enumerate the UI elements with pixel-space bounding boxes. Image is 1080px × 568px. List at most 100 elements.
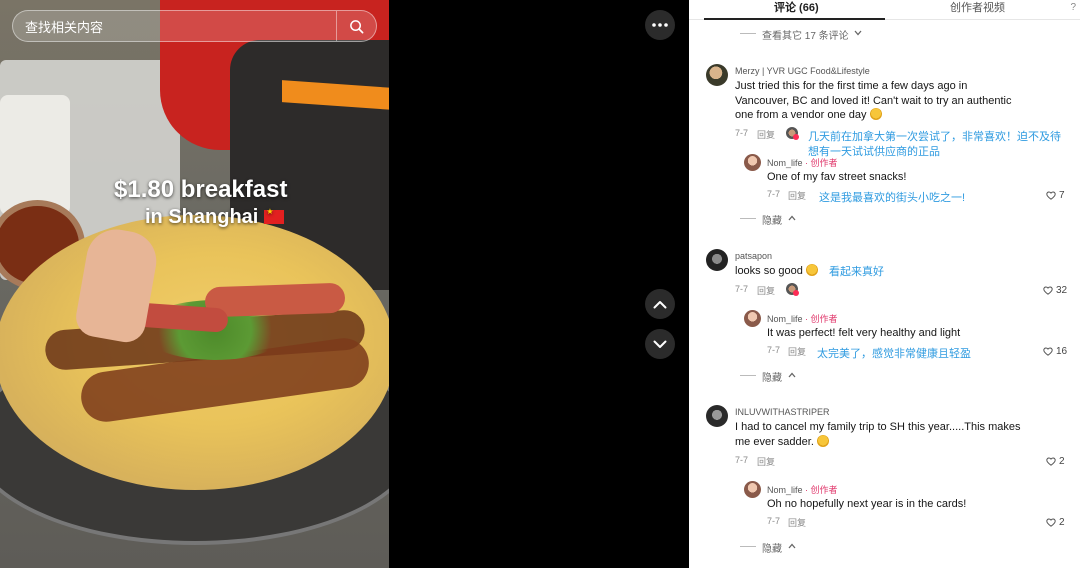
- comment-text-line: Just tried this for the first time a few…: [735, 80, 968, 92]
- like-count: 2: [1059, 517, 1065, 528]
- reply-button[interactable]: 回复: [788, 189, 806, 202]
- like-button[interactable]: 16: [1043, 346, 1067, 357]
- reply-date: 7-7: [767, 345, 781, 355]
- more-options-button[interactable]: [645, 10, 675, 40]
- heart-icon: [1046, 457, 1056, 466]
- comment-text-line-content: me ever sadder.: [735, 435, 814, 448]
- next-video-button[interactable]: [645, 329, 675, 359]
- like-button[interactable]: 2: [1046, 517, 1065, 528]
- comment-text-line: I had to cancel my family trip to SH thi…: [735, 421, 1021, 433]
- comment-translation: 几天前在加拿大第一次尝试了，非常喜欢！迫不及待 想有一天试试供应商的正品: [808, 130, 1080, 160]
- avatar[interactable]: [744, 154, 761, 171]
- like-count: 2: [1059, 456, 1065, 467]
- reply-username[interactable]: Nom_life · 创作者: [767, 156, 838, 169]
- avatar[interactable]: [744, 310, 761, 327]
- reply-text: Oh no hopefully next year is in the card…: [767, 498, 967, 510]
- heart-icon: [1043, 347, 1053, 356]
- help-icon[interactable]: ?: [1070, 2, 1076, 13]
- search-button[interactable]: [336, 11, 376, 41]
- reply-date: 7-7: [767, 516, 781, 526]
- chevron-down-icon: [854, 30, 862, 36]
- search-icon: [350, 19, 364, 33]
- chevron-up-icon: [788, 372, 796, 378]
- heart-eyes-emoji-icon: [869, 108, 882, 120]
- chevron-up-icon: [788, 543, 796, 549]
- chevron-up-icon: [788, 215, 796, 221]
- hide-replies-button[interactable]: 隐藏: [762, 540, 782, 555]
- creator-badge: · 创作者: [805, 485, 838, 495]
- reply-button[interactable]: 回复: [788, 516, 806, 529]
- panel-tabs: 评论 (66) 创作者视频 ?: [689, 0, 1080, 20]
- like-count: 32: [1056, 285, 1068, 296]
- reply-text: It was perfect! felt very healthy and li…: [767, 327, 961, 339]
- heart-icon: [1046, 518, 1056, 527]
- comment-username[interactable]: Merzy | YVR UGC Food&Lifestyle: [735, 66, 870, 76]
- reply-translation: 太完美了，感觉非常健康且轻盈: [817, 348, 971, 360]
- reply-username-text[interactable]: Nom_life: [767, 158, 803, 168]
- caption-line2-text: in Shanghai: [145, 206, 259, 228]
- more-icon: [652, 23, 668, 27]
- divider-dash: [740, 375, 756, 376]
- comment-text-line-content: one from a vendor one day: [735, 109, 867, 121]
- comment-text-line: me ever sadder.: [735, 434, 1035, 450]
- comment-username[interactable]: patsapon: [735, 251, 772, 261]
- crying-emoji-icon: [816, 434, 829, 447]
- heart-icon: [1046, 191, 1056, 200]
- comment-text-line: looks so good: [735, 265, 803, 277]
- reply-username[interactable]: Nom_life · 创作者: [767, 483, 838, 496]
- tab-active-indicator: [704, 18, 885, 20]
- like-button[interactable]: 2: [1046, 456, 1065, 467]
- comment-translation: 看起来真好: [829, 266, 884, 278]
- view-more-comments[interactable]: 查看其它 17 条评论: [762, 27, 849, 42]
- reply-translation: 这是我最喜欢的街头小吃之一!: [819, 192, 966, 204]
- reply-username-text[interactable]: Nom_life: [767, 485, 803, 495]
- like-count: 7: [1059, 190, 1065, 201]
- divider-dash: [740, 33, 756, 34]
- divider-dash: [740, 218, 756, 219]
- avatar[interactable]: [706, 249, 728, 271]
- like-button[interactable]: 32: [1043, 285, 1067, 296]
- comment-text: Just tried this for the first time a few…: [735, 79, 1035, 123]
- comment-text-line: one from a vendor one day: [735, 108, 1035, 123]
- video-player[interactable]: 查找相关内容 $1.80 breakfast in Shanghai: [0, 0, 389, 568]
- comment-date: 7-7: [735, 455, 749, 465]
- avatar[interactable]: [744, 481, 761, 498]
- tab-comments[interactable]: 评论 (66): [774, 0, 819, 15]
- creator-liked-heart-icon: [793, 290, 799, 296]
- chevron-up-icon: [653, 300, 667, 308]
- avatar[interactable]: [706, 405, 728, 427]
- hide-replies-button[interactable]: 隐藏: [762, 369, 782, 384]
- search-bar[interactable]: 查找相关内容: [12, 10, 377, 42]
- like-button[interactable]: 7: [1046, 190, 1065, 201]
- reply-username[interactable]: Nom_life · 创作者: [767, 312, 838, 325]
- translation-line: 几天前在加拿大第一次尝试了，非常喜欢！迫不及待: [808, 131, 1061, 143]
- previous-video-button[interactable]: [645, 289, 675, 319]
- like-count: 16: [1056, 346, 1068, 357]
- crying-emoji-icon: [805, 264, 818, 276]
- comment-text: looks so good: [735, 264, 818, 279]
- reply-username-text[interactable]: Nom_life: [767, 314, 803, 324]
- caption-line2: in Shanghai: [145, 206, 285, 229]
- chevron-down-icon: [653, 340, 667, 348]
- reply-button[interactable]: 回复: [757, 128, 775, 141]
- comments-panel: 评论 (66) 创作者视频 ? 查看其它 17 条评论 Merzy | YVR …: [689, 0, 1080, 568]
- tab-creator-videos[interactable]: 创作者视频: [950, 0, 1005, 15]
- reply-date: 7-7: [767, 189, 781, 199]
- hide-replies-button[interactable]: 隐藏: [762, 212, 782, 227]
- avatar[interactable]: [706, 64, 728, 86]
- reply-button[interactable]: 回复: [757, 455, 775, 468]
- creator-badge: · 创作者: [805, 314, 838, 324]
- translation-line: 想有一天试试供应商的正品: [808, 146, 940, 158]
- comment-username[interactable]: INLUVWITHASTRIPER: [735, 407, 830, 417]
- video-background-box: [0, 95, 70, 215]
- comment-text-line: Vancouver, BC and loved it! Can't wait t…: [735, 94, 1012, 107]
- reply-text: One of my fav street snacks!: [767, 171, 907, 183]
- comment-date: 7-7: [735, 128, 749, 138]
- china-flag-icon: [264, 207, 285, 224]
- divider-dash: [740, 546, 756, 547]
- reply-button[interactable]: 回复: [788, 345, 806, 358]
- reply-button[interactable]: 回复: [757, 284, 775, 297]
- creator-badge: · 创作者: [805, 158, 838, 168]
- comment-date: 7-7: [735, 284, 749, 294]
- search-input[interactable]: 查找相关内容: [13, 17, 336, 36]
